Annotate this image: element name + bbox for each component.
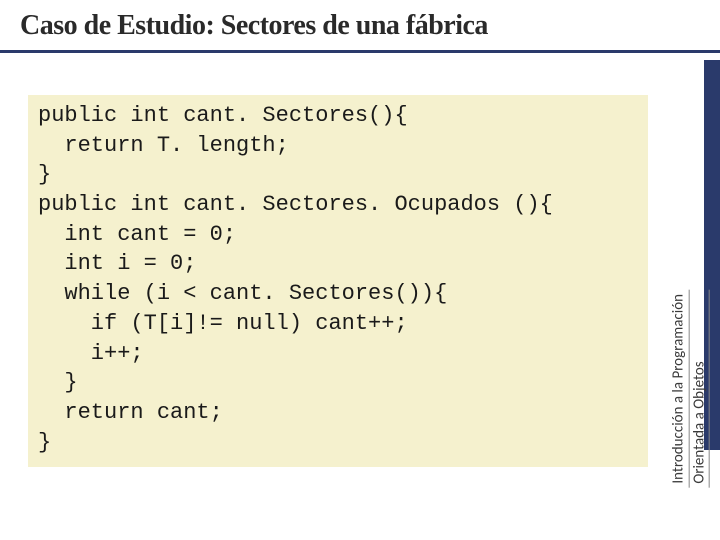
code-block: public int cant. Sectores(){ return T. l… [28, 95, 648, 467]
title-area: Caso de Estudio: Sectores de una fábrica [0, 0, 720, 53]
slide: Caso de Estudio: Sectores de una fábrica… [0, 0, 720, 540]
slide-title: Caso de Estudio: Sectores de una fábrica [20, 10, 700, 42]
side-label-line1: Introducción a la Programación [670, 290, 690, 488]
side-label: Introducción a la Programación Orientada… [670, 290, 710, 488]
side-label-line2: Orientada a Objetos [690, 290, 710, 488]
